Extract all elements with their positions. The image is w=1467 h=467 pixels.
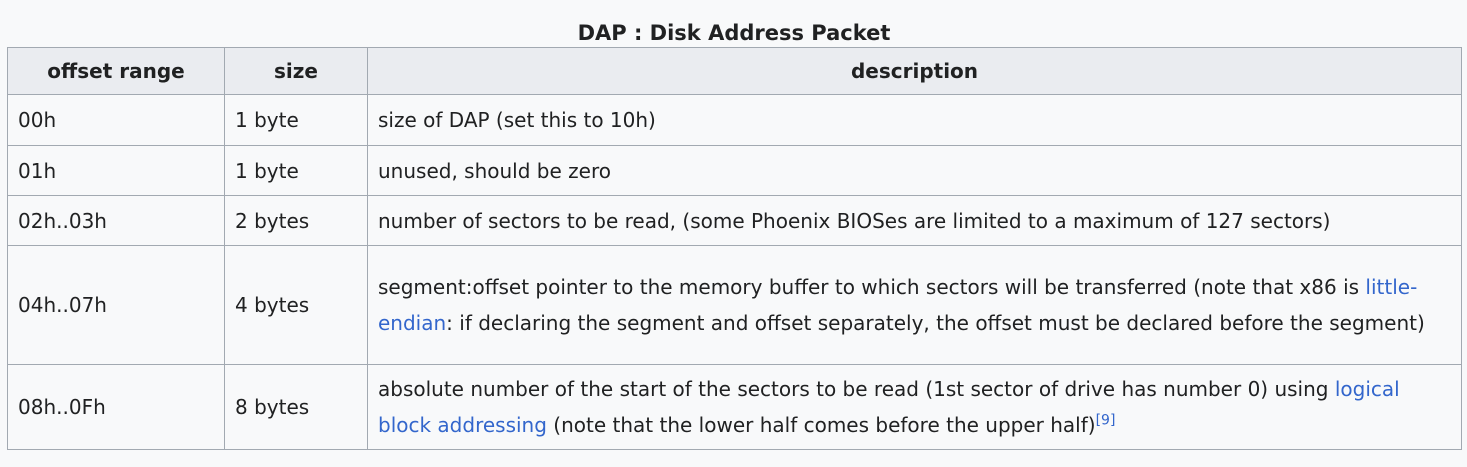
description-cell: absolute number of the start of the sect… bbox=[367, 364, 1462, 450]
offset-cell: 08h..0Fh bbox=[7, 364, 225, 450]
table-caption: DAP : Disk Address Packet bbox=[577, 21, 891, 45]
description-text: absolute number of the start of the sect… bbox=[378, 377, 1335, 401]
description-text: (note that the lower half comes before t… bbox=[546, 413, 1096, 437]
dap-table-container: DAP : Disk Address Packet offset range s… bbox=[7, 0, 1462, 450]
offset-cell: 02h..03h bbox=[7, 195, 225, 246]
dap-table: offset range size description 00h 1 byte… bbox=[7, 47, 1462, 450]
description-cell: number of sectors to be read, (some Phoe… bbox=[367, 195, 1462, 246]
header-description: description bbox=[367, 47, 1462, 95]
offset-cell: 00h bbox=[7, 94, 225, 146]
size-cell: 1 byte bbox=[224, 94, 368, 146]
table-row: 00h 1 byte size of DAP (set this to 10h) bbox=[7, 94, 1462, 146]
size-cell: 2 bytes bbox=[224, 195, 368, 246]
size-cell: 8 bytes bbox=[224, 364, 368, 450]
table-row: 08h..0Fh 8 bytes absolute number of the … bbox=[7, 364, 1462, 450]
offset-cell: 04h..07h bbox=[7, 245, 225, 365]
table-row: 02h..03h 2 bytes number of sectors to be… bbox=[7, 195, 1462, 246]
description-cell: size of DAP (set this to 10h) bbox=[367, 94, 1462, 146]
description-text: segment:offset pointer to the memory buf… bbox=[378, 275, 1366, 299]
reference-sup: [9] bbox=[1096, 412, 1116, 428]
size-cell: 1 byte bbox=[224, 145, 368, 196]
size-cell: 4 bytes bbox=[224, 245, 368, 365]
header-size: size bbox=[224, 47, 368, 95]
table-row: 04h..07h 4 bytes segment:offset pointer … bbox=[7, 245, 1462, 365]
offset-cell: 01h bbox=[7, 145, 225, 196]
table-row: 01h 1 byte unused, should be zero bbox=[7, 145, 1462, 196]
header-offset-range: offset range bbox=[7, 47, 225, 95]
description-cell: unused, should be zero bbox=[367, 145, 1462, 196]
reference-link[interactable]: [9] bbox=[1096, 412, 1116, 428]
description-cell: segment:offset pointer to the memory buf… bbox=[367, 245, 1462, 365]
description-text: : if declaring the segment and offset se… bbox=[446, 311, 1425, 335]
header-row: offset range size description bbox=[7, 47, 1462, 95]
